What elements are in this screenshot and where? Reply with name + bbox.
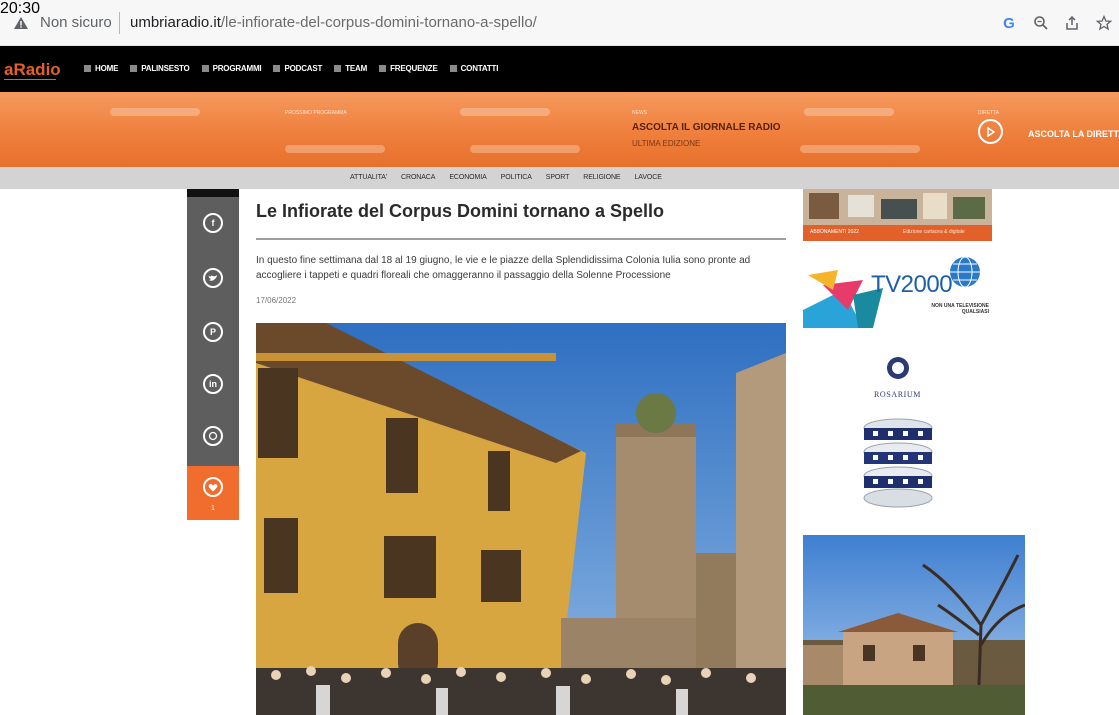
google-icon[interactable]: G bbox=[998, 12, 1020, 34]
subscription-ad[interactable]: ABBONAMENTI 2022 Edizione cartacea & dig… bbox=[803, 189, 992, 241]
category-lavoce[interactable]: LAVOCE bbox=[635, 174, 662, 181]
rosarium-logo: ROSARIUM bbox=[873, 390, 922, 399]
category-cronaca[interactable]: CRONACA bbox=[401, 174, 435, 181]
news-label: NEWS bbox=[632, 110, 647, 116]
whatsapp-icon[interactable] bbox=[203, 426, 223, 446]
category-sport[interactable]: SPORT bbox=[546, 174, 570, 181]
zoom-icon[interactable] bbox=[1030, 12, 1052, 34]
article-lead: In questo fine settimana dal 18 al 19 gi… bbox=[256, 255, 751, 281]
giornale-radio-subtitle: ULTIMA EDIZIONE bbox=[632, 139, 701, 148]
article-photo bbox=[256, 323, 786, 715]
menu-item-frequenze[interactable]: FREQUENZE bbox=[379, 64, 438, 73]
pinterest-icon[interactable]: P bbox=[203, 322, 223, 342]
article-title: Le Infiorate del Corpus Domini tornano a… bbox=[256, 201, 665, 221]
rosarium-ad[interactable]: ROSARIUM bbox=[803, 338, 992, 526]
radio-band bbox=[0, 92, 1119, 167]
address-separator bbox=[119, 12, 120, 34]
share-topbar bbox=[187, 189, 239, 197]
category-bar: ATTUALITA' CRONACA ECONOMIA POLITICA SPO… bbox=[0, 167, 1119, 189]
browser-address-bar: Non sicuro umbriaradio.it/le-infiorate-d… bbox=[0, 0, 1119, 46]
twitter-icon[interactable] bbox=[203, 268, 223, 288]
menu-item-contatti[interactable]: CONTATTI bbox=[449, 64, 498, 73]
countryside-ad[interactable] bbox=[803, 535, 1025, 715]
main-menu: HOME PALINSESTO PROGRAMMI PODCAST TEAM F… bbox=[84, 64, 498, 73]
title-divider bbox=[256, 238, 786, 240]
menu-item-podcast[interactable]: PODCAST bbox=[273, 64, 322, 73]
share-icon[interactable] bbox=[1061, 12, 1083, 34]
menu-item-programmi[interactable]: PROGRAMMI bbox=[201, 64, 262, 73]
giornale-radio-link[interactable]: ASCOLTA IL GIORNALE RADIO bbox=[632, 122, 781, 133]
heart-icon bbox=[203, 477, 223, 497]
category-religione[interactable]: RELIGIONE bbox=[583, 174, 620, 181]
subscription-title: ABBONAMENTI 2022 bbox=[810, 229, 859, 235]
play-icon[interactable] bbox=[978, 119, 1003, 144]
next-program-time: 20:30 bbox=[0, 0, 41, 17]
article-date: 17/06/2022 bbox=[256, 296, 297, 305]
category-attualita[interactable]: ATTUALITA' bbox=[350, 174, 387, 181]
warning-icon[interactable] bbox=[13, 16, 29, 35]
live-cta[interactable]: ASCOLTA LA DIRETTA bbox=[1028, 129, 1119, 139]
site-logo[interactable]: aRadio bbox=[4, 60, 61, 80]
site-nav: aRadio HOME PALINSESTO PROGRAMMI PODCAST… bbox=[0, 46, 1119, 92]
url-field[interactable]: umbriaradio.it/le-infiorate-del-corpus-d… bbox=[130, 14, 537, 31]
star-icon[interactable] bbox=[1093, 12, 1115, 34]
tv2000-ad[interactable]: TV2000 NON UNA TELEVISIONE QUALSIASI bbox=[803, 250, 992, 330]
category-politica[interactable]: POLITICA bbox=[501, 174, 532, 181]
security-label[interactable]: Non sicuro bbox=[40, 14, 112, 31]
facebook-icon[interactable]: f bbox=[203, 213, 223, 233]
url-path: /le-infiorate-del-corpus-domini-tornano-… bbox=[220, 14, 537, 31]
live-label: DIRETTA bbox=[978, 110, 1000, 116]
subscription-subtitle: Edizione cartacea & digitale bbox=[903, 229, 965, 235]
menu-item-team[interactable]: TEAM bbox=[334, 64, 367, 73]
menu-item-home[interactable]: HOME bbox=[84, 64, 118, 73]
linkedin-icon[interactable]: in bbox=[203, 374, 223, 394]
logo-underline bbox=[4, 79, 56, 80]
tv2000-logo: TV2000 bbox=[871, 271, 953, 298]
menu-item-palinsesto[interactable]: PALINSESTO bbox=[130, 64, 190, 73]
url-domain: umbriaradio.it bbox=[130, 14, 221, 31]
like-count: 1 bbox=[211, 505, 215, 512]
next-program-label: PROSSIMO PROGRAMMA bbox=[285, 110, 347, 116]
tv2000-slogan: NON UNA TELEVISIONE QUALSIASI bbox=[931, 303, 989, 315]
share-sidebar: f P in 1 bbox=[187, 189, 239, 520]
category-economia[interactable]: ECONOMIA bbox=[449, 174, 486, 181]
